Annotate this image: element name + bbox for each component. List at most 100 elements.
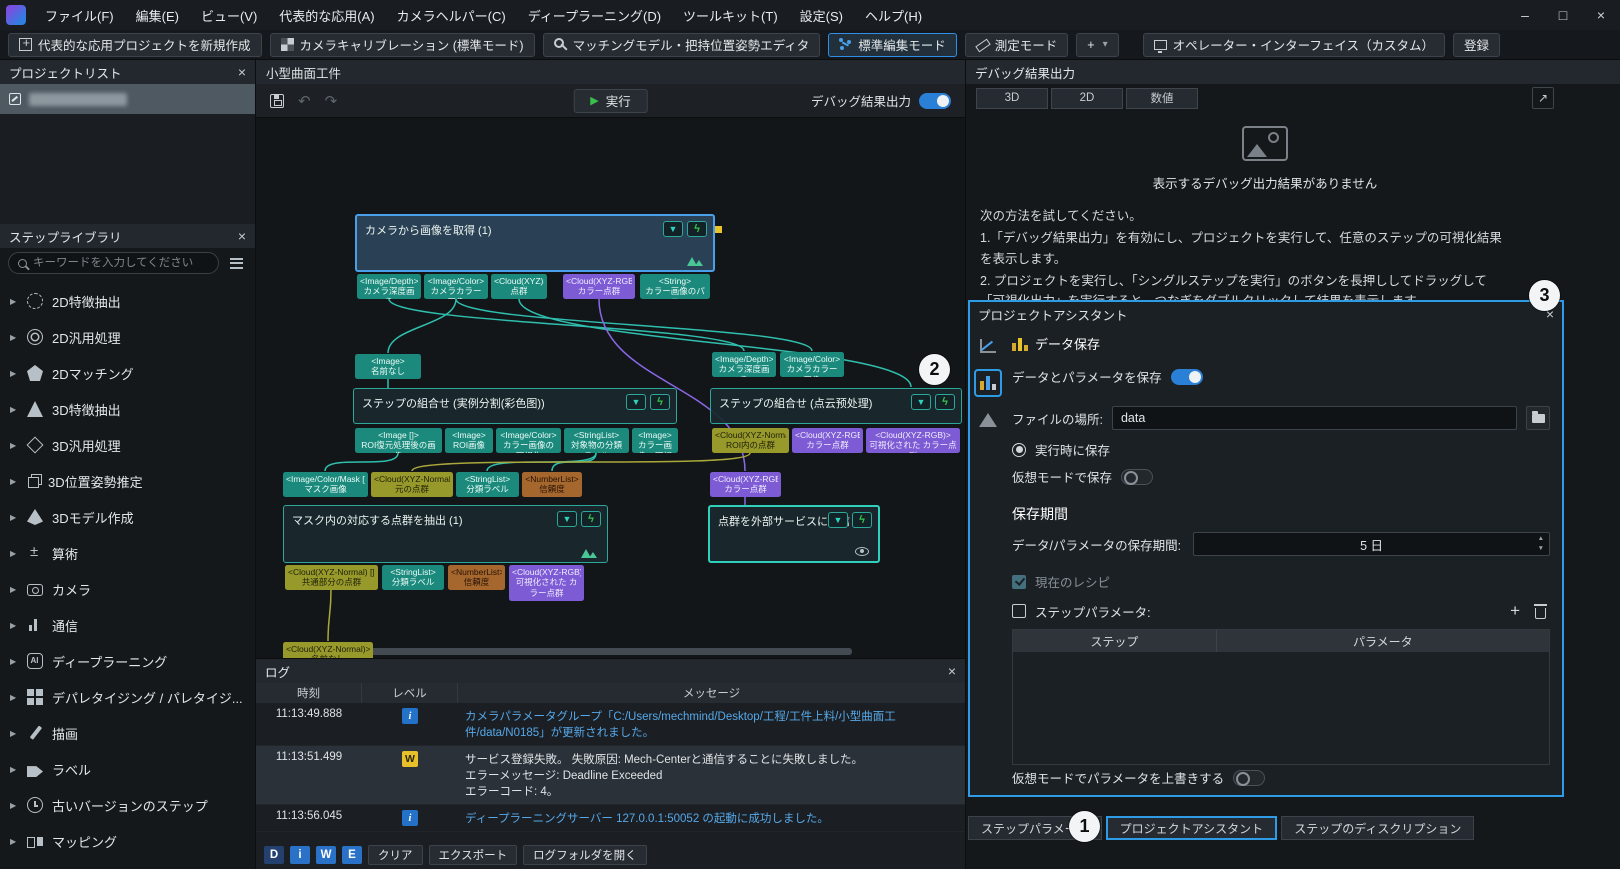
graph-port[interactable]: <Image/Color/Mask []>マスク画像: [283, 472, 368, 497]
toolbar-button[interactable]: +▾: [1076, 33, 1118, 57]
toolbar-button[interactable]: 登録: [1453, 33, 1500, 57]
graph-node[interactable]: マスク内の対応する点群を抽出 (1)▼ϟ: [283, 505, 608, 563]
log-action-button[interactable]: ログフォルダを開く: [523, 845, 647, 865]
log-filter-i[interactable]: i: [290, 846, 310, 864]
debug-tab-2d[interactable]: 2D: [1051, 88, 1123, 109]
toolbar-button[interactable]: 測定モード: [965, 33, 1069, 57]
toolbar-button[interactable]: オペレーター・インターフェイス（カスタム）: [1143, 33, 1445, 57]
single-step-run-button[interactable]: ϟ: [581, 511, 601, 527]
search-box[interactable]: [8, 252, 219, 274]
retention-spinner[interactable]: 5 日 ▲ ▼: [1193, 532, 1550, 556]
spinner-arrows-icon[interactable]: ▲ ▼: [1538, 534, 1544, 554]
menu-item[interactable]: 設定(S): [789, 0, 854, 30]
graph-tab[interactable]: 小型曲面工件: [256, 60, 965, 84]
collapse-button[interactable]: ▼: [663, 221, 683, 237]
collapse-button[interactable]: ▼: [911, 394, 931, 410]
graph-node[interactable]: 点群を外部サービスに送信 (1)▼ϟ: [708, 505, 880, 563]
sidebar-item[interactable]: ▶古いバージョンのステップ: [0, 787, 255, 823]
menu-item[interactable]: カメラヘルパー(C): [386, 0, 517, 30]
undo-icon[interactable]: ↶: [298, 92, 311, 110]
menu-item[interactable]: ヘルプ(H): [854, 0, 933, 30]
redo-icon[interactable]: ↷: [325, 92, 338, 110]
browse-folder-button[interactable]: [1526, 406, 1550, 430]
sidebar-item[interactable]: ▶3D汎用処理: [0, 427, 255, 463]
menu-item[interactable]: 代表的な応用(A): [268, 0, 385, 30]
log-action-button[interactable]: クリア: [368, 845, 423, 865]
graph-port[interactable]: <Image>カラー画像の可視化: [632, 428, 678, 453]
graph-port[interactable]: <Image/Color>カラー画像の可視化: [496, 428, 561, 453]
assistant-data-save-icon[interactable]: [974, 369, 1002, 397]
collapse-button[interactable]: ▼: [557, 511, 577, 527]
toolbar-button[interactable]: 標準編集モード: [828, 33, 957, 57]
debug-tab-数値[interactable]: 数値: [1126, 88, 1198, 109]
run-button[interactable]: ▶ 実行: [573, 89, 647, 113]
graph-port[interactable]: <Image/Depth>カメラ深度画像: [712, 352, 776, 377]
single-step-run-button[interactable]: ϟ: [935, 394, 955, 410]
graph-port[interactable]: <NumberList>信頼度: [522, 472, 582, 497]
menu-item[interactable]: ディープラーニング(D): [517, 0, 672, 30]
sidebar-item[interactable]: ▶3D特徴抽出: [0, 391, 255, 427]
assistant-3d-icon[interactable]: [974, 332, 1002, 360]
sidebar-item[interactable]: ▶ディープラーニング: [0, 643, 255, 679]
step-parameter-checkbox[interactable]: [1012, 604, 1026, 618]
add-parameter-button[interactable]: +: [1510, 601, 1520, 621]
graph-port[interactable]: <Image>名前なし: [355, 354, 421, 379]
graph-canvas[interactable]: カメラから画像を取得 (1)▼ϟ ステップの組合せ (実例分割(彩色图))▼ϟ ステ…: [256, 118, 965, 658]
graph-port[interactable]: <Image/Color>カメラカラー画像: [424, 274, 488, 299]
spinner-up-icon[interactable]: ▲: [1538, 534, 1544, 544]
close-button[interactable]: ×: [1582, 0, 1620, 30]
save-on-run-radio[interactable]: [1012, 443, 1026, 457]
graph-port[interactable]: <Image/Depth>カメラ深度画像: [357, 274, 421, 299]
log-row[interactable]: 11:13:51.499Wサービス登録失敗。 失敗原因: Mech-Center…: [256, 746, 965, 805]
virtual-save-toggle[interactable]: [1121, 469, 1153, 485]
log-action-button[interactable]: エクスポート: [429, 845, 518, 865]
single-step-run-button[interactable]: ϟ: [687, 221, 707, 237]
graph-port[interactable]: <NumberList>信頼度: [448, 565, 505, 590]
sidebar-item[interactable]: ▶通信: [0, 607, 255, 643]
sidebar-item[interactable]: ▶算術: [0, 535, 255, 571]
debug-output-toggle[interactable]: [919, 93, 951, 109]
graph-port[interactable]: <Cloud(XYZ)>点群: [491, 274, 547, 299]
list-view-button[interactable]: [225, 252, 247, 274]
toolbar-button[interactable]: カメラキャリブレーション (標準モード): [270, 33, 535, 57]
log-filter-d[interactable]: D: [264, 846, 284, 864]
close-icon[interactable]: ×: [948, 663, 956, 679]
log-filter-w[interactable]: W: [316, 846, 336, 864]
sidebar-item[interactable]: ▶デパレタイジング / パレタイジ...: [0, 679, 255, 715]
graph-port[interactable]: <StringList>分類ラベル: [382, 565, 444, 590]
graph-port[interactable]: <Cloud(XYZ-Normal)>名前なし: [283, 642, 373, 658]
graph-port[interactable]: <Cloud(XYZ-Normal)>元の点群: [371, 472, 453, 497]
overwrite-toggle[interactable]: [1233, 770, 1265, 786]
graph-node[interactable]: ステップの組合せ (実例分割(彩色图))▼ϟ: [353, 388, 677, 424]
sidebar-item[interactable]: ▶2D特徴抽出: [0, 283, 255, 319]
graph-port[interactable]: <Cloud(XYZ-RGB)>可視化された カラー点群: [509, 565, 584, 601]
file-location-input[interactable]: [1112, 406, 1517, 430]
menu-item[interactable]: ビュー(V): [190, 0, 268, 30]
sidebar-item[interactable]: ▶3Dモデル作成: [0, 499, 255, 535]
sidebar-item[interactable]: ▶描画: [0, 715, 255, 751]
project-list-item[interactable]: [0, 84, 255, 114]
horizontal-scrollbar[interactable]: [348, 648, 852, 655]
graph-port[interactable]: <Cloud(XYZ-Normal) []>共通部分の点群: [285, 565, 378, 590]
sidebar-item[interactable]: ▶マッピング: [0, 823, 255, 859]
bottom-tab[interactable]: プロジェクトアシスタント: [1106, 816, 1278, 840]
current-recipe-checkbox[interactable]: [1012, 575, 1026, 589]
graph-node[interactable]: カメラから画像を取得 (1)▼ϟ: [355, 214, 715, 272]
graph-port[interactable]: <Image>ROI画像: [445, 428, 493, 453]
toolbar-button[interactable]: マッチングモデル・把持位置姿勢エディタ: [543, 33, 821, 57]
menu-item[interactable]: 編集(E): [125, 0, 190, 30]
graph-port[interactable]: <Image/Color>カメラカラー画像: [780, 352, 844, 377]
menu-item[interactable]: ツールキット(T): [672, 0, 789, 30]
delete-parameter-button[interactable]: [1535, 608, 1546, 619]
single-step-run-button[interactable]: ϟ: [852, 512, 872, 528]
debug-tab-3d[interactable]: 3D: [976, 88, 1048, 109]
graph-port[interactable]: <String>カラー画像のパス: [640, 274, 710, 299]
toolbar-button[interactable]: 代表的な応用プロジェクトを新規作成: [8, 33, 262, 57]
graph-port[interactable]: <StringList>分類ラベル: [456, 472, 519, 497]
single-step-run-button[interactable]: ϟ: [650, 394, 670, 410]
graph-port[interactable]: <Cloud(XYZ-RGB)>カラー点群: [710, 472, 781, 497]
graph-port[interactable]: <Cloud(XYZ-RGB)>カラー点群: [792, 428, 863, 453]
graph-node[interactable]: ステップの組合せ (点云预处理)▼ϟ: [710, 388, 962, 424]
graph-port[interactable]: <StringList>対象物の分類ラベル: [564, 428, 629, 453]
sidebar-item[interactable]: ▶2Dマッチング: [0, 355, 255, 391]
